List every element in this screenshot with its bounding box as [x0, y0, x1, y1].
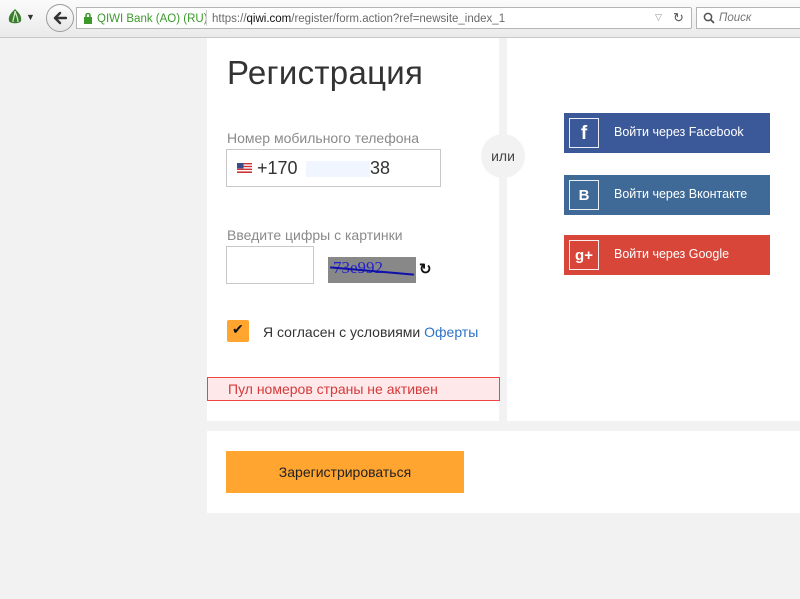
reload-icon[interactable]: ↻ [673, 10, 684, 26]
url-text[interactable]: https://qiwi.com/register/form.action?re… [212, 11, 505, 27]
error-message: Пул номеров страны не активен [207, 377, 500, 401]
url-prefix: https:// [212, 13, 247, 25]
facebook-login-button[interactable]: f Войти через Facebook [564, 113, 770, 153]
search-input[interactable] [719, 10, 797, 26]
url-host: qiwi.com [246, 13, 292, 25]
google-login-button[interactable]: g+ Войти через Google [564, 235, 770, 275]
phone-label: Номер мобильного телефона [227, 130, 420, 146]
social-login-card [507, 38, 800, 421]
browser-toolbar: ▼ QIWI Bank (AO) (RU) https://qiwi.com/r… [0, 0, 800, 38]
phone-redaction [306, 161, 370, 177]
phone-prefix: +170 [257, 158, 298, 178]
vk-login-button[interactable]: B Войти через Вконтакте [564, 175, 770, 215]
captcha-label: Введите цифры с картинки [227, 227, 403, 243]
facebook-login-label: Войти через Facebook [614, 125, 744, 139]
google-plus-icon: g+ [569, 240, 599, 270]
browser-menu-button[interactable]: ▼ [6, 8, 36, 28]
url-dropdown-icon[interactable]: ▽ [655, 12, 662, 23]
agree-label: Я согласен с условиями Оферты [263, 324, 478, 340]
phone-input[interactable]: +170 38 [226, 149, 441, 187]
search-icon [703, 12, 715, 24]
register-button[interactable]: Зарегистрироваться [226, 451, 464, 493]
offer-link[interactable]: Оферты [424, 324, 478, 340]
phone-suffix: 38 [370, 158, 391, 178]
site-identity[interactable]: QIWI Bank (AO) (RU) [83, 11, 208, 27]
google-login-label: Войти через Google [614, 247, 730, 261]
us-flag-icon [237, 163, 252, 173]
url-separator [206, 10, 207, 26]
refresh-icon[interactable]: ↻ [419, 260, 432, 278]
agree-checkbox[interactable]: ✔ [227, 320, 249, 342]
url-path: /register/form.action?ref=newsite_index_… [291, 13, 506, 25]
captcha-input[interactable] [226, 246, 314, 284]
vk-icon: B [569, 180, 599, 210]
chevron-down-icon: ▼ [26, 12, 35, 22]
browser-logo-icon [8, 9, 22, 24]
page-title: Регистрация [227, 54, 424, 91]
back-button[interactable] [46, 4, 74, 32]
or-divider: или [481, 134, 525, 178]
identity-label: QIWI Bank (AO) (RU) [97, 13, 208, 25]
checkmark-icon: ✔ [232, 321, 244, 337]
captcha-image: 73e992 [328, 257, 416, 283]
back-arrow-icon [53, 11, 67, 25]
lock-icon [84, 12, 92, 24]
agree-text: Я согласен с условиями [263, 324, 421, 340]
facebook-icon: f [569, 118, 599, 148]
vk-login-label: Войти через Вконтакте [614, 187, 748, 201]
search-bar[interactable] [696, 7, 800, 29]
address-bar[interactable]: QIWI Bank (AO) (RU) https://qiwi.com/reg… [76, 7, 692, 29]
